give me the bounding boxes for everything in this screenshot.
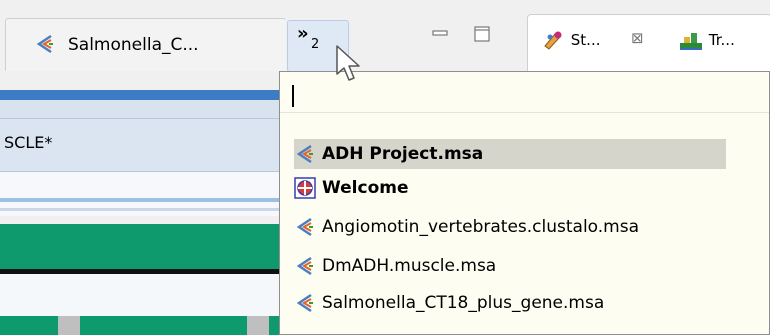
list-item-label: Salmonella_CT18_plus_gene.msa <box>322 293 605 313</box>
sequence-gap <box>247 316 269 335</box>
hidden-tab-count: 2 <box>311 37 320 52</box>
list-item-welcome[interactable]: Welcome <box>294 173 726 203</box>
filter-input[interactable] <box>292 85 294 107</box>
sequence-gap <box>58 316 80 335</box>
welcome-icon <box>294 177 316 199</box>
minimize-icon[interactable] <box>430 24 450 48</box>
chevron-icon: » <box>297 23 309 44</box>
editor-list-popup: ADH Project.msa Welcome Angiomotin_verte… <box>279 71 770 335</box>
editor-accent-line <box>0 90 290 100</box>
msa-file-icon <box>294 292 316 314</box>
list-item-label: DmADH.muscle.msa <box>322 256 497 276</box>
list-item-dmadh[interactable]: DmADH.muscle.msa <box>294 251 726 281</box>
list-item-salmonella[interactable]: Salmonella_CT18_plus_gene.msa <box>294 288 726 318</box>
divider <box>280 112 769 113</box>
msa-file-icon <box>294 255 316 277</box>
editor-title: SCLE* <box>4 133 53 152</box>
side-view-tabs: St... ⊠ Tr... <box>527 14 770 78</box>
maximize-icon[interactable] <box>472 24 492 48</box>
list-item-label: ADH Project.msa <box>322 144 484 164</box>
tab-styles[interactable]: St... <box>542 29 601 51</box>
list-item-adh-project[interactable]: ADH Project.msa <box>294 139 726 169</box>
ruler-line <box>0 208 290 211</box>
close-icon[interactable]: ⊠ <box>631 29 644 47</box>
alignment-editor: SCLE* <box>0 90 290 335</box>
sequence-row[interactable] <box>0 224 290 269</box>
list-item-angiomotin[interactable]: Angiomotin_vertebrates.clustalo.msa <box>294 212 726 242</box>
editor-toolbar <box>0 100 290 118</box>
tab-styles-label: St... <box>570 31 601 49</box>
tree-icon <box>678 31 709 50</box>
tab-tree[interactable]: Tr... <box>678 29 735 51</box>
ruler-line <box>0 198 290 202</box>
sequence-row[interactable] <box>0 274 290 316</box>
editor-tab-label: Salmonella_C... <box>68 35 199 55</box>
styles-icon <box>542 31 571 50</box>
mouse-cursor-icon <box>335 44 367 88</box>
tab-tree-label: Tr... <box>708 31 735 49</box>
msa-file-icon <box>294 143 316 165</box>
msa-file-icon <box>34 33 56 59</box>
editor-title-bar: SCLE* <box>0 118 290 172</box>
msa-file-icon <box>294 216 316 238</box>
list-item-label: Angiomotin_vertebrates.clustalo.msa <box>322 217 640 237</box>
list-item-label: Welcome <box>322 178 409 198</box>
editor-tab-salmonella[interactable]: Salmonella_C... <box>5 18 286 71</box>
